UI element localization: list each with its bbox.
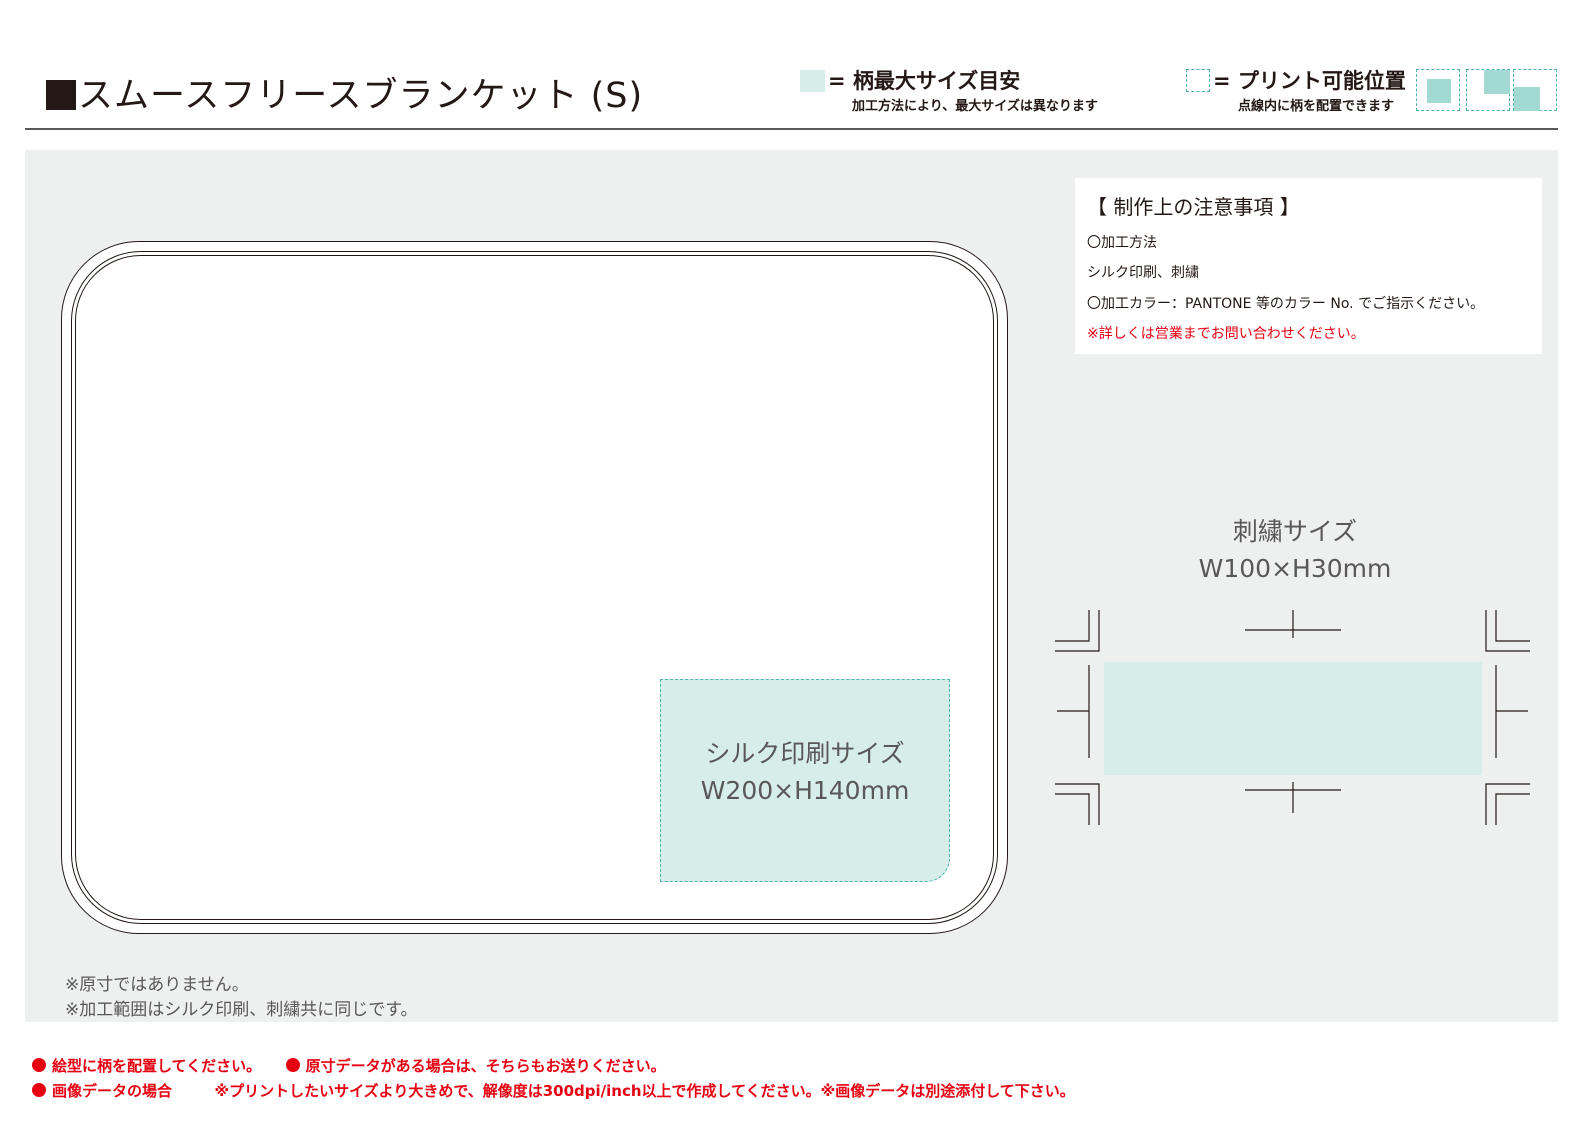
position-top-right-icon — [1466, 69, 1510, 111]
silk-print-label: シルク印刷サイズ W200×H140mm — [660, 735, 950, 809]
print-area-dashed-icon — [1186, 69, 1210, 92]
instruction-image-data: 画像データの場合 — [52, 1082, 173, 1100]
instruction-row-1: 絵型に柄を配置してください。 原寸データがある場合は、そちらもお送りください。 — [32, 1055, 666, 1076]
processing-range-note: ※加工範囲はシルク印刷、刺繍共に同じです。 — [65, 1000, 418, 1020]
position-center-icon — [1416, 69, 1460, 111]
print-area-legend: = プリント可能位置 — [1213, 69, 1406, 93]
silk-print-size: W200×H140mm — [700, 776, 910, 805]
embroidery-size: W100×H30mm — [1198, 554, 1392, 583]
page-title-text: スムースフリースブランケット (S) — [78, 76, 644, 116]
instruction-place-design: 絵型に柄を配置してください。 — [52, 1057, 262, 1075]
position-bottom-right-icon — [1513, 69, 1557, 111]
embroidery-title: 刺繍サイズ — [1232, 517, 1358, 546]
crop-marks — [1055, 610, 1530, 825]
notes-method-heading: 〇加工方法 — [1087, 235, 1157, 251]
not-to-scale-note: ※原寸ではありません。 — [65, 975, 249, 995]
print-area-legend-note: 点線内に柄を配置できます — [1238, 99, 1395, 114]
notes-method-value: シルク印刷、刺繍 — [1087, 265, 1199, 281]
instruction-image-detail: ※プリントしたいサイズより大きめで、解像度は300dpi/inch以上で作成して… — [214, 1082, 1075, 1100]
instruction-row-2: 画像データの場合 ※プリントしたいサイズより大きめで、解像度は300dpi/in… — [32, 1080, 1075, 1101]
bullet-icon — [32, 1058, 46, 1072]
header-divider — [25, 128, 1558, 130]
notes-contact-warning: ※詳しくは営業までお問い合わせください。 — [1087, 326, 1365, 342]
max-size-legend: = 柄最大サイズ目安 — [828, 69, 1021, 93]
embroidery-label: 刺繍サイズ W100×H30mm — [1180, 513, 1410, 587]
max-size-swatch-icon — [800, 70, 825, 92]
instruction-send-original: 原寸データがある場合は、そちらもお送りください。 — [305, 1057, 666, 1075]
bullet-icon — [285, 1058, 300, 1072]
notes-color-instruction: 〇加工カラー：PANTONE 等のカラー No. でご指示ください。 — [1087, 296, 1485, 312]
max-size-legend-note: 加工方法により、最大サイズは異なります — [852, 99, 1098, 114]
title-square-icon — [46, 80, 76, 110]
bullet-icon — [32, 1083, 46, 1097]
notes-title: 【 制作上の注意事項 】 — [1087, 195, 1300, 219]
silk-print-title: シルク印刷サイズ — [705, 739, 905, 768]
page-title: スムースフリースブランケット (S) — [46, 74, 643, 118]
